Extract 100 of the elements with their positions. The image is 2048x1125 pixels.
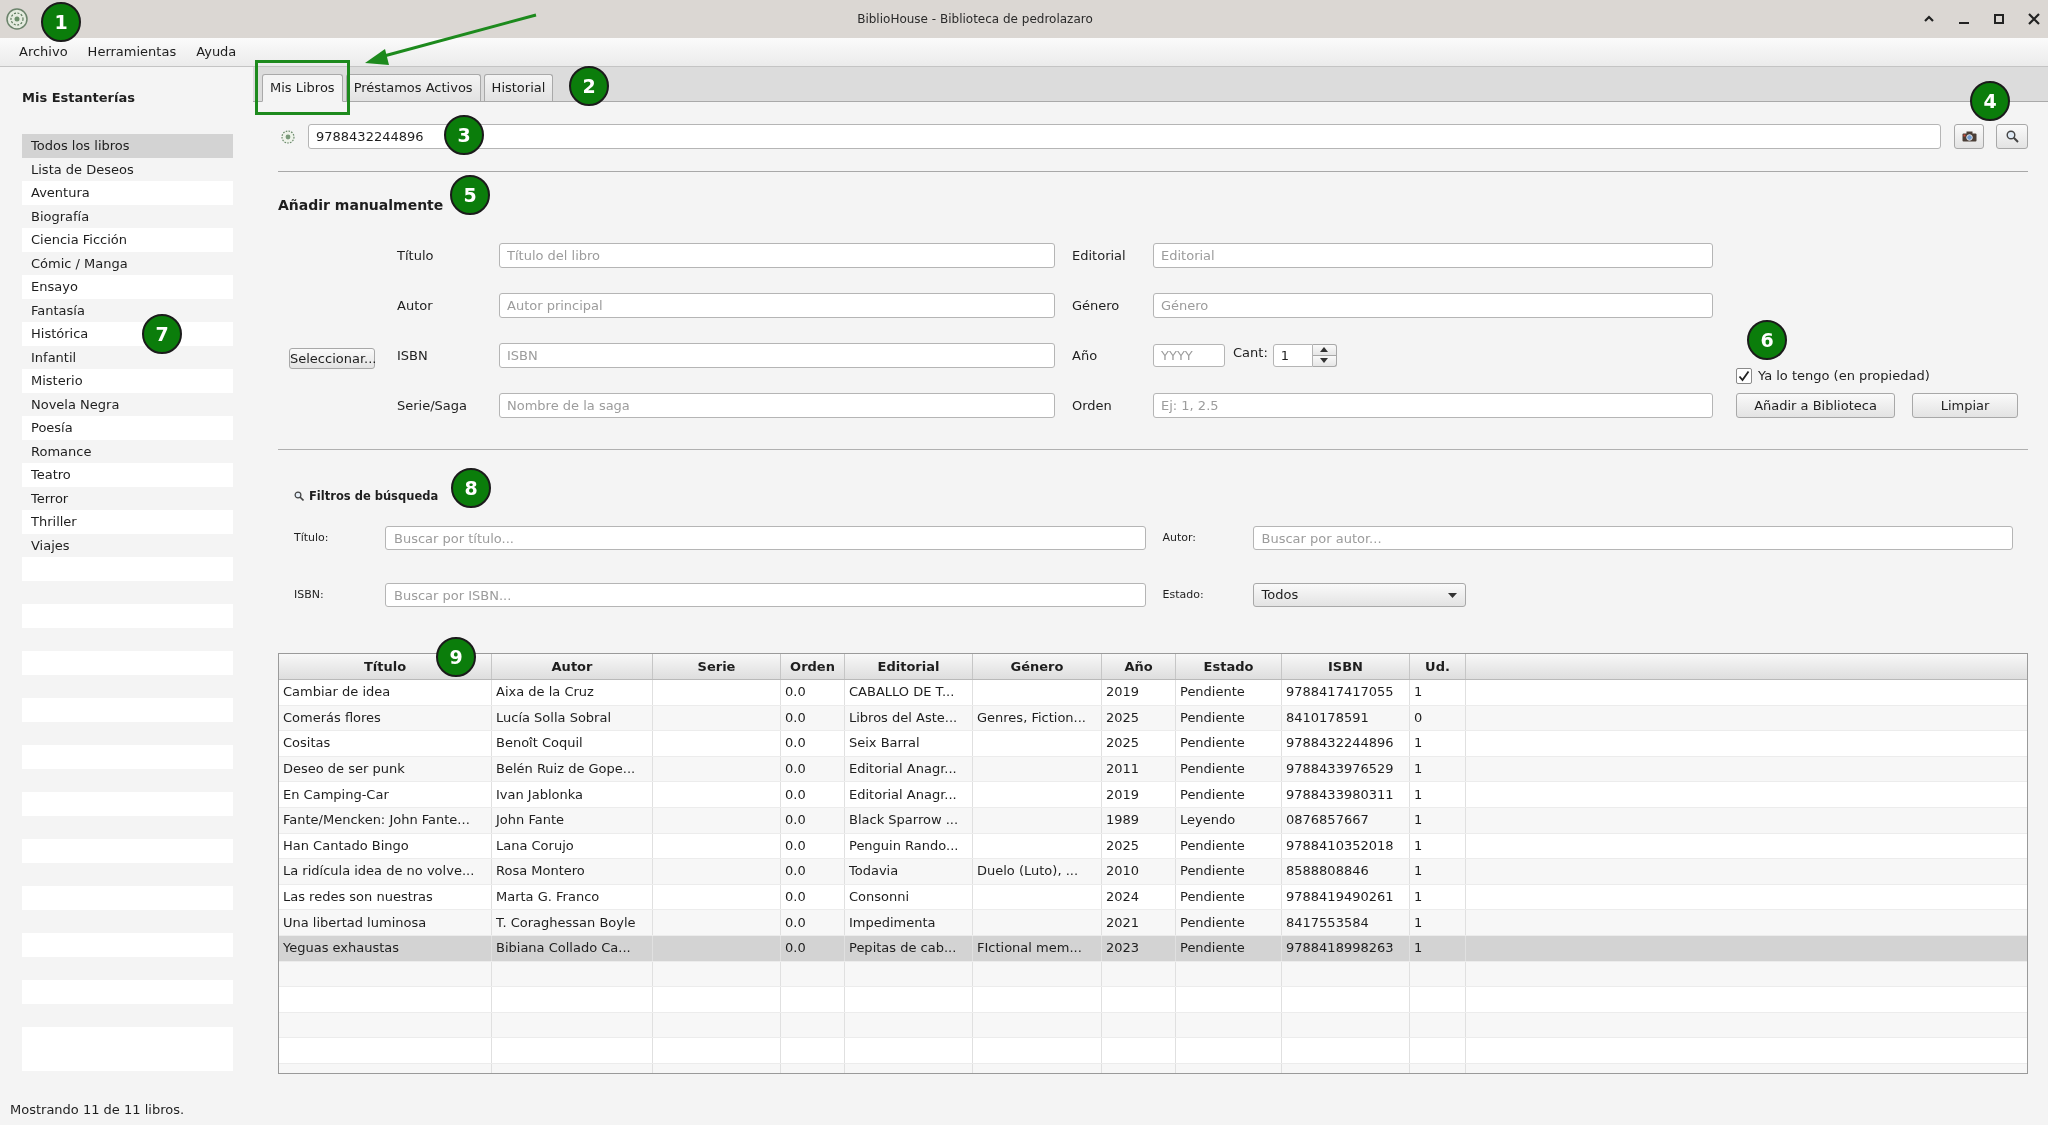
column-header[interactable]: ISBN bbox=[1282, 654, 1410, 679]
year-field[interactable]: YYYY bbox=[1153, 344, 1225, 367]
tab[interactable]: Préstamos Activos bbox=[345, 74, 481, 101]
column-header[interactable]: Género bbox=[973, 654, 1102, 679]
increment-button[interactable] bbox=[1312, 344, 1337, 356]
search-icon bbox=[294, 491, 304, 501]
search-button[interactable] bbox=[1996, 124, 2028, 149]
table-cell-text: Yeguas exhaustas bbox=[282, 939, 400, 958]
table-cell-text: 1989 bbox=[1105, 811, 1140, 830]
menu-item[interactable]: Archivo bbox=[9, 42, 78, 62]
table-row[interactable]: Fante/Mencken: John Fante... John Fante 0.0 Black Sparrow ... 1989 Leyendo 0876857667 1 bbox=[279, 807, 2027, 834]
text-field[interactable]: Editorial bbox=[1153, 243, 1713, 268]
column-header[interactable]: Estado bbox=[1176, 654, 1282, 679]
table-row[interactable]: Yeguas exhaustas Bibiana Collado Ca... 0.0 Pepitas de cab... FIctional mem... 2023 Pendiente 9788418998263 1 bbox=[279, 935, 2027, 962]
table-cell-text: Seix Barral bbox=[848, 734, 920, 753]
table-cell-text: Fante/Mencken: John Fante... bbox=[282, 811, 470, 830]
filter-field[interactable]: Buscar por ISBN... bbox=[385, 583, 1146, 607]
maximize-icon[interactable] bbox=[1992, 12, 2006, 26]
select-button[interactable]: Seleccionar... bbox=[289, 348, 375, 369]
filter-field[interactable]: Buscar por título... bbox=[385, 526, 1146, 550]
text-field[interactable]: Género bbox=[1153, 293, 1713, 318]
table-cell-text: T. Coraghessan Boyle bbox=[495, 913, 636, 932]
table-cell-text: La ridícula idea de no volve... bbox=[282, 862, 475, 881]
table-row[interactable]: Las redes son nuestras Marta G. Franco 0.0 Consonni 2024 Pendiente 9788419490261 1 bbox=[279, 884, 2027, 911]
field-label: Género bbox=[1072, 296, 1120, 315]
table-cell-text: Cambiar de idea bbox=[282, 683, 391, 702]
action-button[interactable]: Añadir a Biblioteca bbox=[1736, 393, 1895, 418]
sidebar-title: Mis Estanterías bbox=[22, 89, 135, 107]
callout-number: 9 bbox=[436, 637, 476, 677]
column-header[interactable]: Autor bbox=[492, 654, 653, 679]
column-header[interactable]: Año bbox=[1102, 654, 1176, 679]
text-field[interactable]: ISBN bbox=[499, 343, 1055, 368]
shelf-item[interactable]: Lista de Deseos bbox=[22, 157, 233, 181]
table-cell-text: 0.0 bbox=[784, 708, 806, 727]
shelf-item[interactable]: Terror bbox=[22, 486, 233, 510]
table-cell-text: 0876857667 bbox=[1285, 811, 1369, 830]
table-cell-text: Todavia bbox=[848, 862, 899, 881]
checkbox-label: Ya lo tengo (en propiedad) bbox=[1758, 367, 1930, 385]
table-cell-text: Pendiente bbox=[1179, 836, 1245, 855]
table-cell-text: 0.0 bbox=[784, 888, 806, 907]
column-header[interactable]: Orden bbox=[781, 654, 845, 679]
table-cell-text: 9788433976529 bbox=[1285, 760, 1394, 779]
shelf-item[interactable]: Romance bbox=[22, 439, 233, 463]
filter-field[interactable]: Buscar por autor... bbox=[1252, 526, 2013, 550]
column-header[interactable]: Editorial bbox=[845, 654, 973, 679]
table-cell-text: Deseo de ser punk bbox=[282, 760, 405, 779]
shelf-item[interactable]: Viajes bbox=[22, 533, 233, 557]
table-cell-text: 0.0 bbox=[784, 734, 806, 753]
table-cell-text: 0.0 bbox=[784, 811, 806, 830]
camera-button[interactable] bbox=[1954, 124, 1984, 149]
table-cell-text: Marta G. Franco bbox=[495, 888, 600, 907]
table-cell-text: 2024 bbox=[1105, 888, 1140, 907]
shelf-item[interactable]: Biografía bbox=[22, 204, 233, 228]
owned-checkbox[interactable] bbox=[1736, 368, 1752, 384]
text-field[interactable]: Ej: 1, 2.5 bbox=[1153, 393, 1713, 418]
menu-item[interactable]: Herramientas bbox=[77, 42, 187, 62]
table-cell-text: 0.0 bbox=[784, 683, 806, 702]
status-dropdown[interactable]: Todos bbox=[1252, 583, 1466, 607]
table-row[interactable]: En Camping-Car Ivan Jablonka 0.0 Editorial Anagr... 2019 Pendiente 9788433980311 1 bbox=[279, 782, 2027, 808]
triangle-up-icon bbox=[1320, 347, 1329, 353]
column-header[interactable]: Serie bbox=[653, 654, 781, 679]
column-header[interactable]: Ud. bbox=[1410, 654, 1466, 679]
table-cell-text: Pepitas de cab... bbox=[848, 939, 957, 958]
field-label: ISBN bbox=[397, 346, 428, 365]
table-row[interactable]: Una libertad luminosa T. Coraghessan Boyle 0.0 Impedimenta 2021 Pendiente 8417553584 1 bbox=[279, 910, 2027, 936]
field-label: Serie/Saga bbox=[397, 396, 468, 415]
table-cell-text: Lana Corujo bbox=[495, 836, 574, 855]
tab[interactable]: Historial bbox=[483, 74, 554, 101]
table-cell-text: Pendiente bbox=[1179, 888, 1245, 907]
shelf-item[interactable]: Cómic / Manga bbox=[22, 251, 233, 275]
table-cell-text: Penguin Rando... bbox=[848, 836, 959, 855]
search-icon bbox=[2005, 130, 2019, 143]
table-cell-text: Duelo (Luto), ... bbox=[976, 862, 1079, 881]
table-row[interactable]: Comerás flores Lucía Solla Sobral 0.0 Libros del Aste... Genres, Fiction... 2025 Pendiente 8410178591 0 bbox=[279, 705, 2027, 732]
table-cell-text: Editorial Anagr... bbox=[848, 785, 957, 804]
close-icon[interactable] bbox=[2027, 12, 2041, 26]
table-row[interactable]: Cositas Benoît Coquil 0.0 Seix Barral 2025 Pendiente 9788432244896 1 bbox=[279, 731, 2027, 757]
action-button[interactable]: Limpiar bbox=[1912, 393, 2018, 418]
table-cell-text: Han Cantado Bingo bbox=[282, 836, 409, 855]
table-cell-text: 1 bbox=[1413, 811, 1423, 830]
table-cell-text: FIctional mem... bbox=[976, 939, 1082, 958]
shelf-item[interactable]: Novela Negra bbox=[22, 392, 233, 416]
table-cell-text: Ivan Jablonka bbox=[495, 785, 583, 804]
table-row[interactable]: La ridícula idea de no volve... Rosa Montero 0.0 Todavia Duelo (Luto), ... 2010 Pendiente 8588808846 1 bbox=[279, 859, 2027, 885]
tab[interactable]: Mis Libros bbox=[262, 74, 343, 102]
menu-item[interactable]: Ayuda bbox=[186, 42, 247, 62]
shelf-item[interactable]: Todos los libros bbox=[22, 134, 233, 158]
table-cell-text: Pendiente bbox=[1179, 683, 1245, 702]
table-cell-text: 1 bbox=[1413, 888, 1423, 907]
text-field[interactable]: Nombre de la saga bbox=[499, 393, 1055, 418]
table-cell-text: 1 bbox=[1413, 683, 1423, 702]
table-row[interactable]: Deseo de ser punk Belén Ruiz de Gope... 0.0 Editorial Anagr... 2011 Pendiente 9788433976529 1 bbox=[279, 756, 2027, 783]
text-field[interactable]: Autor principal bbox=[499, 293, 1055, 318]
table-cell-text: 2019 bbox=[1105, 683, 1140, 702]
text-field[interactable]: Título del libro bbox=[499, 243, 1055, 268]
quantity-field[interactable]: 1 bbox=[1272, 344, 1313, 367]
table-cell-text: Libros del Aste... bbox=[848, 708, 958, 727]
table-row[interactable]: Han Cantado Bingo Lana Corujo 0.0 Penguin Rando... 2025 Pendiente 9788410352018 1 bbox=[279, 833, 2027, 860]
table-row[interactable]: Cambiar de idea Aixa de la Cruz 0.0 CABALLO DE T... 2019 Pendiente 9788417417055 1 bbox=[279, 680, 2027, 706]
table-cell-text: 1 bbox=[1413, 862, 1423, 881]
